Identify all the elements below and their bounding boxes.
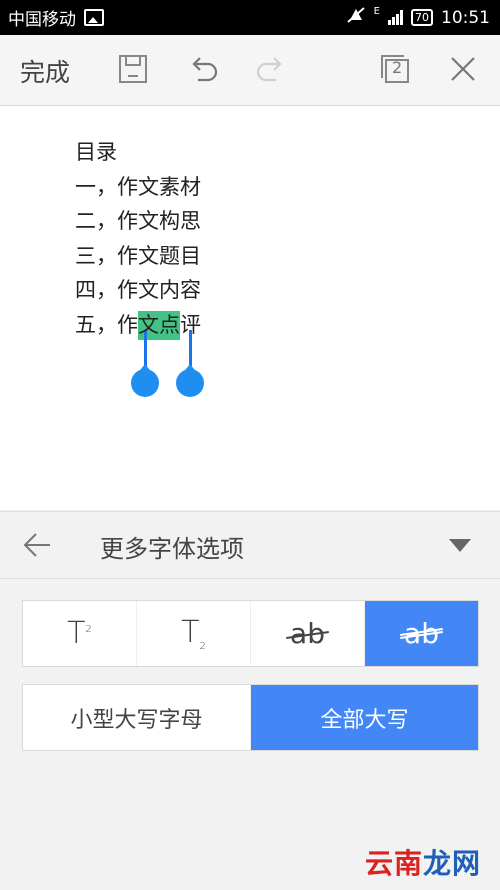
strikethrough-button[interactable]: ab — [251, 601, 365, 666]
document-canvas[interactable]: 目录 一，作文素材 二，作文构思 三，作文题目 四，作文内容 五，作 文点评 — [0, 106, 500, 510]
doc-line[interactable]: 目录 — [75, 135, 201, 170]
done-button[interactable]: 完成 — [20, 53, 70, 89]
signal-icon — [388, 10, 403, 25]
editor-toolbar: 完成 2 — [0, 35, 500, 106]
format-options-row: T2 T2 ab ab — [22, 600, 479, 667]
doc-line[interactable]: 一，作文素材 — [75, 170, 201, 205]
image-notification-icon — [84, 9, 104, 26]
doc-line[interactable]: 三，作文题目 — [75, 239, 201, 274]
caps-options-row: 小型大写字母 全部大写 — [22, 684, 479, 751]
pages-icon[interactable]: 2 — [378, 52, 412, 86]
superscript-button[interactable]: T2 — [23, 601, 137, 666]
doc-line[interactable]: 五，作 文点评 — [75, 308, 201, 343]
collapse-icon[interactable] — [449, 539, 471, 552]
document-text[interactable]: 目录 一，作文素材 二，作文构思 三，作文题目 四，作文内容 五，作 文点评 — [75, 135, 201, 342]
undo-icon[interactable] — [186, 52, 220, 86]
save-icon[interactable] — [116, 52, 150, 86]
page-count: 2 — [392, 58, 403, 77]
status-bar: 中国移动 E 70 10:51 — [0, 0, 500, 35]
double-strikethrough-icon: ab — [404, 617, 439, 650]
selected-text[interactable]: 文点 — [138, 308, 180, 343]
strikethrough-icon: ab — [290, 617, 325, 650]
close-icon[interactable] — [446, 52, 480, 86]
doc-line[interactable]: 二，作文构思 — [75, 204, 201, 239]
mute-icon — [346, 6, 366, 29]
text-before-selection: 五，作 — [75, 312, 138, 337]
redo-icon[interactable] — [254, 52, 288, 86]
superscript-icon: T2 — [67, 616, 92, 651]
back-arrow-icon[interactable] — [22, 530, 52, 560]
subscript-icon: T2 — [181, 615, 206, 652]
subscript-button[interactable]: T2 — [137, 601, 251, 666]
clock: 10:51 — [441, 7, 490, 28]
watermark-logo: 云南龙网 — [365, 847, 482, 880]
small-caps-button[interactable]: 小型大写字母 — [23, 685, 251, 750]
doc-line[interactable]: 四，作文内容 — [75, 273, 201, 308]
carrier-label: 中国移动 — [8, 10, 76, 30]
panel-title: 更多字体选项 — [100, 535, 244, 563]
font-options-header: 更多字体选项 — [0, 511, 500, 579]
battery-icon: 70 — [411, 9, 433, 26]
double-strikethrough-button[interactable]: ab — [365, 601, 478, 666]
all-caps-button[interactable]: 全部大写 — [251, 685, 478, 750]
network-type: E — [373, 6, 380, 17]
